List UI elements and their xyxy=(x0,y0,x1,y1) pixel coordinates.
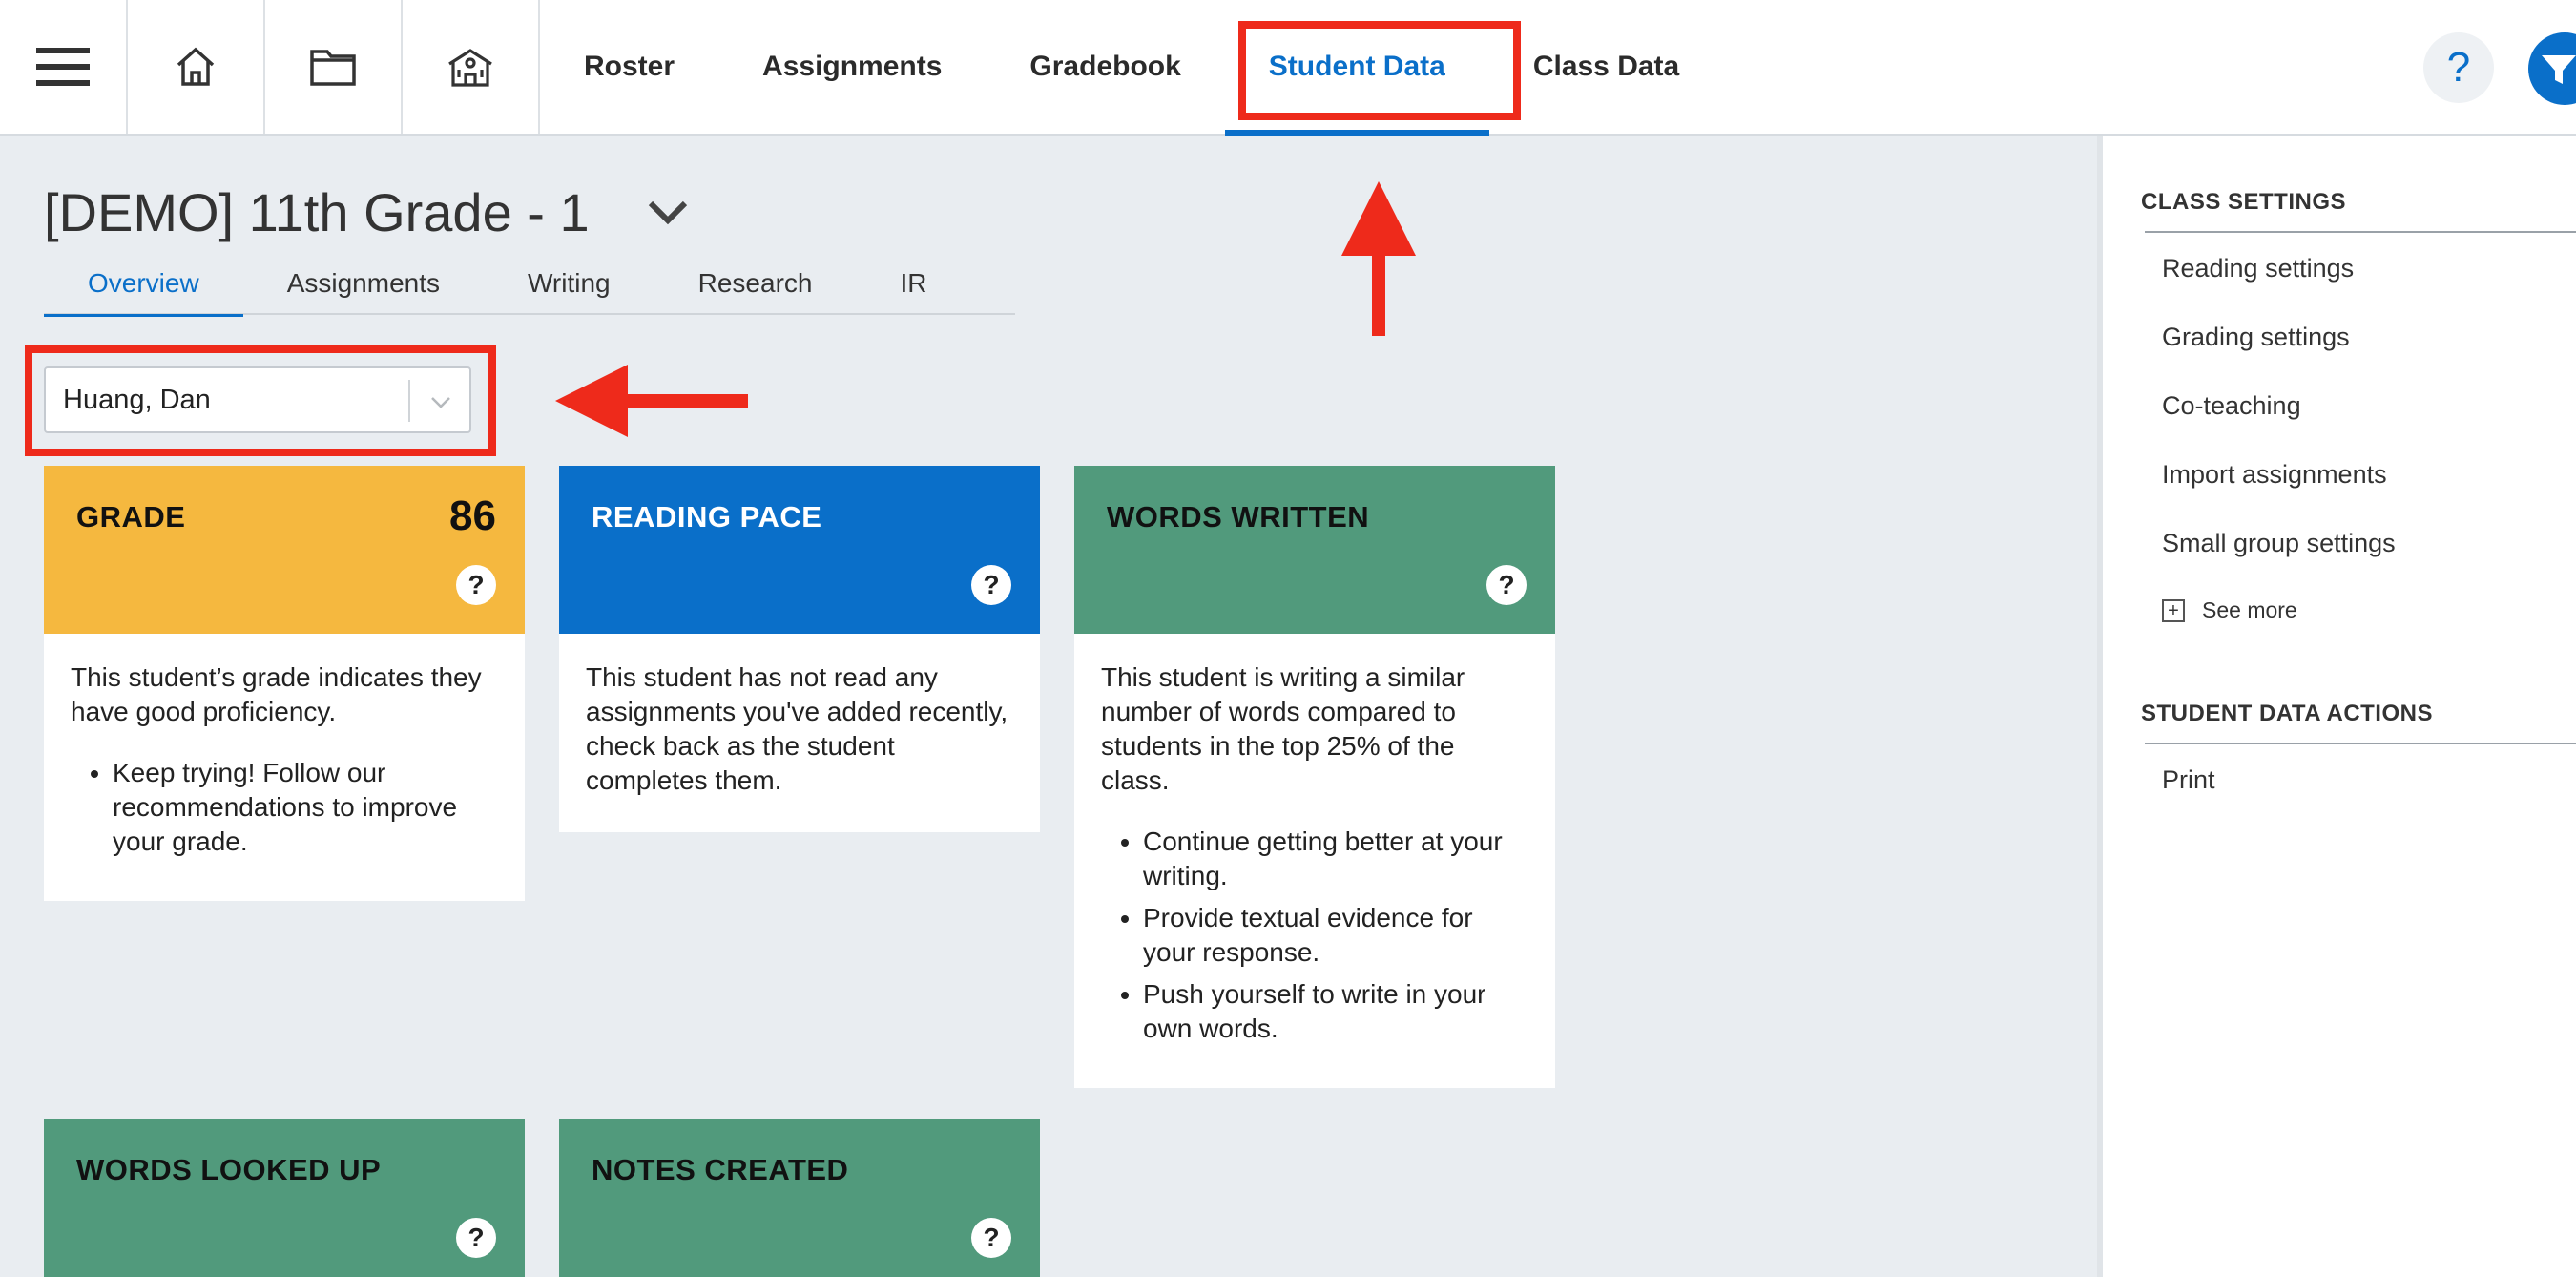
help-circle-icon[interactable]: ? xyxy=(971,565,1011,605)
grade-card-header: GRADE 86 ? xyxy=(44,466,525,634)
home-button[interactable] xyxy=(128,0,265,134)
library-button[interactable] xyxy=(265,0,403,134)
nav-roster[interactable]: Roster xyxy=(540,0,718,134)
see-more-label: See more xyxy=(2202,597,2297,622)
words-looked-up-card-label: WORDS LOOKED UP xyxy=(76,1153,382,1186)
words-written-card: WORDS WRITTEN ? This student is writing … xyxy=(1074,466,1555,1088)
filter-button[interactable] xyxy=(2528,32,2576,105)
words-looked-up-card-header: WORDS LOOKED UP ? xyxy=(44,1119,525,1277)
help-circle-icon[interactable]: ? xyxy=(1486,565,1527,605)
expand-plus-icon: + xyxy=(2162,598,2185,622)
divider xyxy=(2145,231,2576,233)
help-button[interactable]: ? xyxy=(2423,32,2494,103)
list-item: Push yourself to write in your own words… xyxy=(1143,977,1528,1046)
folder-icon xyxy=(310,50,356,86)
main-content: [DEMO] 11th Grade - 1 Overview Assignmen… xyxy=(0,136,2099,1277)
grade-card-label: GRADE xyxy=(76,500,186,534)
nav-class-data[interactable]: Class Data xyxy=(1489,0,1723,134)
grade-card-text: This student’s grade indicates they have… xyxy=(71,662,482,726)
co-teaching-link[interactable]: Co-teaching xyxy=(2162,391,2301,421)
tab-research[interactable]: Research xyxy=(654,252,857,315)
help-circle-icon[interactable]: ? xyxy=(456,1218,496,1258)
words-looked-up-card: WORDS LOOKED UP ? xyxy=(44,1119,525,1277)
import-assignments-link[interactable]: Import assignments xyxy=(2162,460,2387,490)
class-settings-title: CLASS SETTINGS xyxy=(2141,189,2347,215)
school-button[interactable] xyxy=(403,0,540,134)
notes-created-card: NOTES CREATED ? xyxy=(559,1119,1040,1277)
highlight-box-student-dropdown xyxy=(25,345,496,456)
reading-pace-card-body: This student has not read any assignment… xyxy=(559,634,1040,832)
help-icon: ? xyxy=(2446,44,2471,91)
reading-pace-card: READING PACE ? This student has not read… xyxy=(559,466,1040,832)
words-written-card-body: This student is writing a similar number… xyxy=(1074,634,1555,1088)
grade-value: 86 xyxy=(449,492,496,539)
reading-pace-card-text: This student has not read any assignment… xyxy=(586,662,1008,795)
up-arrow-annotation xyxy=(1341,181,1416,336)
nav-assignments[interactable]: Assignments xyxy=(718,0,986,134)
notes-created-card-header: NOTES CREATED ? xyxy=(559,1119,1040,1277)
menu-button[interactable] xyxy=(0,0,128,134)
chevron-down-icon[interactable] xyxy=(647,199,689,226)
list-item: Keep trying! Follow our recommendations … xyxy=(113,756,498,859)
grade-card: GRADE 86 ? This student’s grade indicate… xyxy=(44,466,525,901)
tab-ir[interactable]: IR xyxy=(856,252,970,315)
words-written-card-label: WORDS WRITTEN xyxy=(1107,500,1370,534)
list-item: Continue getting better at your writing. xyxy=(1143,825,1528,893)
tab-writing[interactable]: Writing xyxy=(484,252,654,315)
help-circle-icon[interactable]: ? xyxy=(456,565,496,605)
words-written-card-list: Continue getting better at your writing.… xyxy=(1101,825,1528,1046)
see-more-button[interactable]: + See more xyxy=(2162,597,2297,623)
grading-settings-link[interactable]: Grading settings xyxy=(2162,323,2350,352)
small-group-settings-link[interactable]: Small group settings xyxy=(2162,529,2396,558)
student-data-subtabs: Overview Assignments Writing Research IR xyxy=(44,252,1015,317)
grade-card-list: Keep trying! Follow our recommendations … xyxy=(71,756,498,859)
print-link[interactable]: Print xyxy=(2162,765,2215,795)
tab-assignments[interactable]: Assignments xyxy=(243,252,484,315)
divider xyxy=(2145,743,2576,744)
words-written-card-header: WORDS WRITTEN ? xyxy=(1074,466,1555,634)
class-selector[interactable]: [DEMO] 11th Grade - 1 xyxy=(44,181,689,243)
student-data-actions-title: STUDENT DATA ACTIONS xyxy=(2141,701,2433,726)
highlight-box-student-data xyxy=(1238,21,1521,120)
notes-created-card-label: NOTES CREATED xyxy=(592,1153,849,1186)
nav-gradebook[interactable]: Gradebook xyxy=(986,0,1224,134)
page-title: [DEMO] 11th Grade - 1 xyxy=(44,182,590,242)
left-arrow-annotation xyxy=(555,365,748,437)
menu-icon xyxy=(36,48,90,86)
reading-pace-card-label: READING PACE xyxy=(592,500,822,534)
list-item: Provide textual evidence for your respon… xyxy=(1143,901,1528,970)
help-circle-icon[interactable]: ? xyxy=(971,1218,1011,1258)
filter-icon xyxy=(2542,55,2576,84)
right-sidebar: CLASS SETTINGS Reading settings Grading … xyxy=(2097,136,2576,1277)
tab-overview[interactable]: Overview xyxy=(44,252,243,317)
school-icon xyxy=(448,49,492,87)
main-nav: Roster Assignments Gradebook Student Dat… xyxy=(540,0,1723,136)
reading-settings-link[interactable]: Reading settings xyxy=(2162,254,2354,283)
words-written-card-text: This student is writing a similar number… xyxy=(1101,662,1465,795)
home-icon xyxy=(177,47,215,86)
grade-card-body: This student’s grade indicates they have… xyxy=(44,634,525,901)
reading-pace-card-header: READING PACE ? xyxy=(559,466,1040,634)
